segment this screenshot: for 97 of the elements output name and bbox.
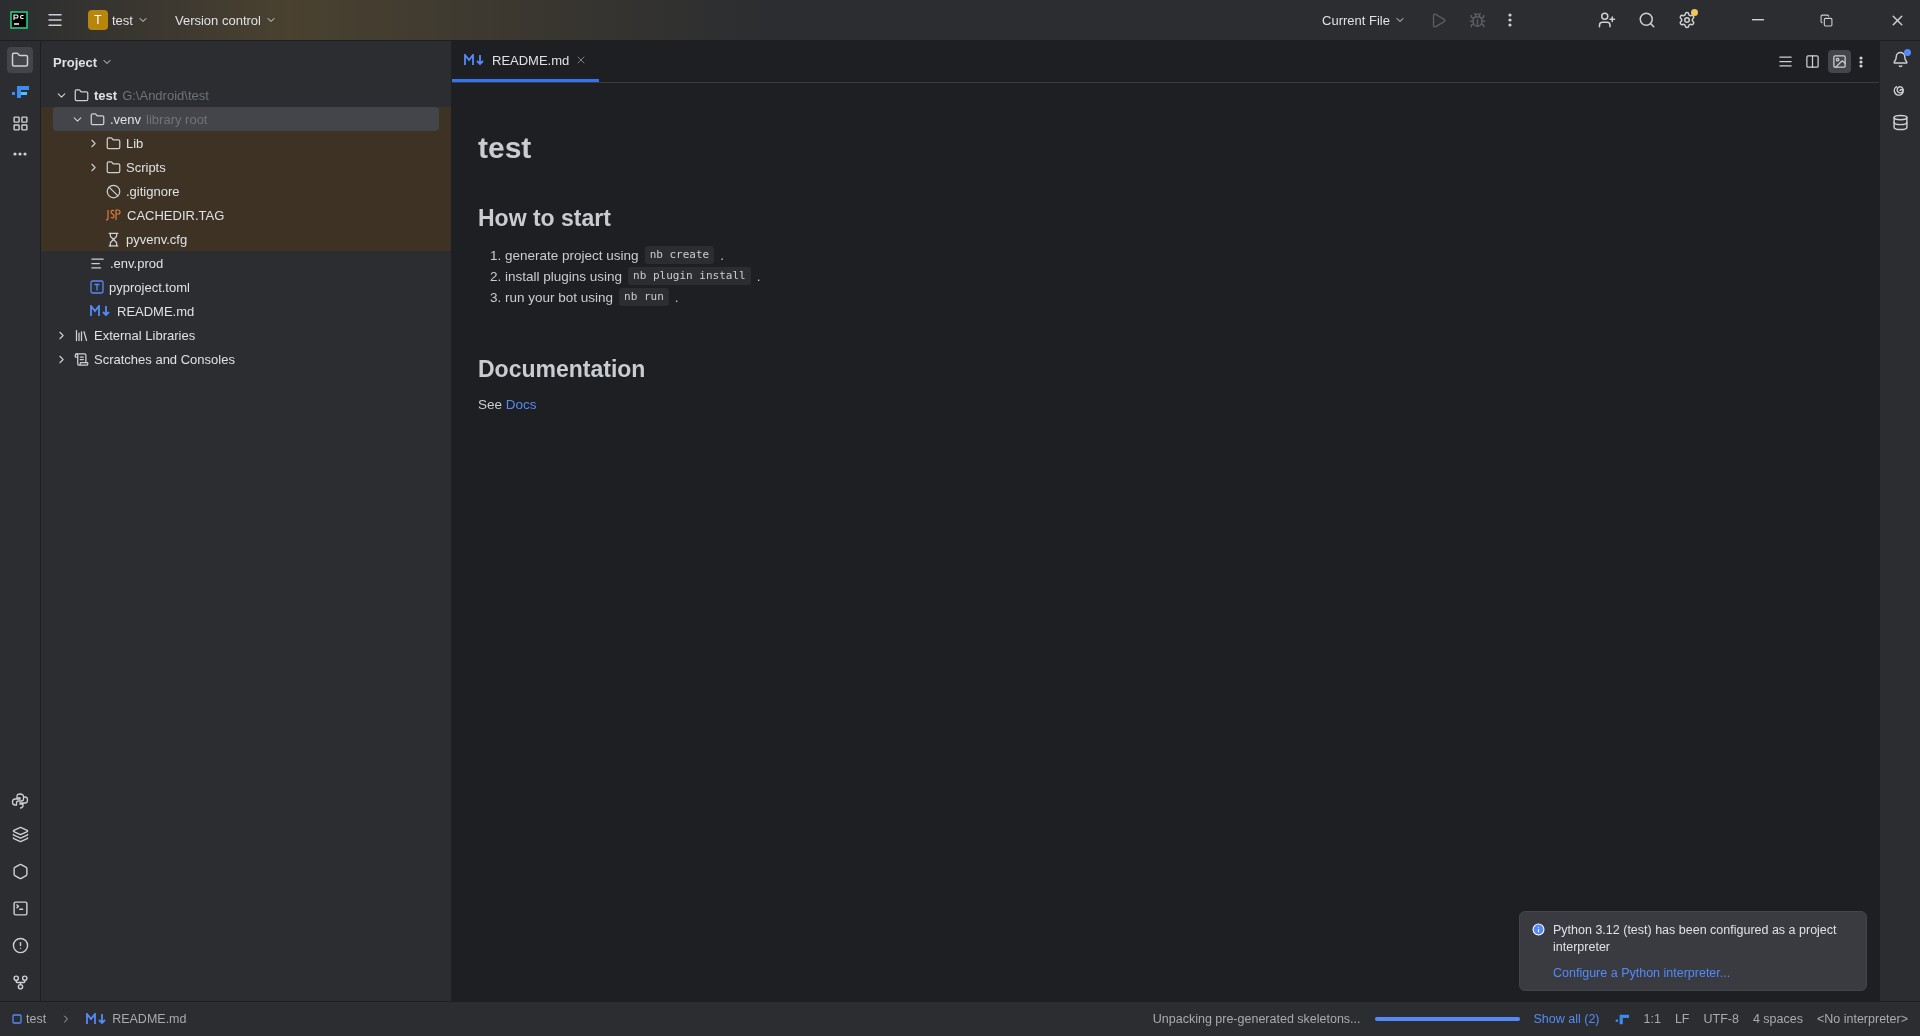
tab-label: README.md [492, 52, 570, 68]
library-icon [74, 327, 89, 343]
plugin-logo-icon[interactable] [10, 85, 30, 99]
tree-row[interactable]: test G:\Android\test [41, 83, 451, 107]
tree-label: External Libraries [94, 327, 196, 343]
list-item: 1. generate project using nb create . [490, 246, 725, 264]
tree-row[interactable]: Scratches and Consoles [41, 347, 451, 371]
document-title: test [478, 131, 533, 165]
info-icon [1532, 922, 1546, 937]
show-all-link[interactable]: Show all (2) [1533, 1012, 1600, 1026]
text-file-icon [90, 255, 105, 271]
more-icon [1859, 55, 1863, 68]
plugin-logo-icon [1613, 1013, 1630, 1025]
lines-icon [1778, 54, 1793, 69]
tree-label: pyproject.toml [109, 279, 190, 295]
image-icon [1832, 54, 1847, 69]
notification-dot [1691, 9, 1698, 16]
tree-row[interactable]: CACHEDIR.TAG [41, 203, 451, 227]
database-icon [1891, 114, 1909, 131]
bell-icon [1891, 51, 1909, 68]
paragraph: See Docs [478, 397, 538, 412]
project-panel-title[interactable]: Project [41, 41, 451, 83]
preview-view-button[interactable] [1828, 50, 1851, 73]
grid-icon [11, 115, 29, 132]
more-icon [13, 152, 27, 156]
alert-icon [11, 937, 29, 954]
run-configuration-menu[interactable]: Current File [1316, 8, 1412, 32]
tree-label: .gitignore [126, 183, 180, 199]
settings-icon [1678, 11, 1696, 29]
jsp-file-icon [106, 209, 122, 221]
list-item: 3. run your bot using nb run . [490, 288, 680, 306]
ignore-icon [106, 183, 121, 199]
list-item: 2. install plugins using nb plugin install . [490, 267, 762, 285]
layers-icon [11, 826, 29, 843]
search-icon [1638, 11, 1656, 29]
section-heading: How to start [478, 205, 612, 232]
menu-icon [46, 11, 64, 29]
tree-row[interactable]: pyvenv.cfg [41, 227, 451, 251]
scratches-icon [74, 351, 89, 367]
breadcrumb-label: README.md [112, 1012, 187, 1026]
restore-icon [1820, 13, 1833, 27]
tree-label: .venv [110, 111, 142, 127]
tree-row[interactable]: README.md [41, 299, 451, 323]
folder-icon [90, 111, 105, 127]
tree-row[interactable]: pyproject.toml [41, 275, 451, 299]
markdown-icon [90, 305, 112, 317]
tree-row[interactable]: .env.prod [41, 251, 451, 275]
terminal-icon [11, 900, 29, 917]
tree-label: test [94, 87, 118, 103]
encoding[interactable]: UTF-8 [1703, 1012, 1739, 1026]
folder-icon [106, 159, 121, 175]
editor-tab[interactable]: README.md [452, 41, 600, 82]
line-separator[interactable]: LF [1674, 1012, 1690, 1026]
toml-file-icon [90, 280, 104, 294]
tree-label: Lib [126, 135, 144, 151]
tree-label: .env.prod [110, 255, 164, 271]
interpreter-selector[interactable]: <No interpreter> [1816, 1012, 1908, 1026]
folder-icon [11, 51, 29, 69]
notification-message: Python 3.12 (test) has been configured as a project interpreter [1553, 922, 1838, 956]
notification-dot [1903, 49, 1911, 56]
folder-icon [74, 87, 89, 103]
tree-label: Scripts [126, 159, 166, 175]
caret-position[interactable]: 1:1 [1643, 1012, 1661, 1026]
tree-row[interactable]: Lib [41, 131, 451, 155]
tree-label: Scratches and Consoles [94, 351, 235, 367]
markdown-icon [86, 1013, 109, 1025]
tree-row[interactable]: .gitignore [41, 179, 451, 203]
project-tool-button[interactable] [7, 47, 33, 73]
branch-icon [11, 974, 29, 991]
folder-icon [106, 135, 121, 151]
breadcrumb[interactable]: test [12, 1012, 47, 1026]
tree-row[interactable]: Scripts [41, 155, 451, 179]
docs-link[interactable]: Docs [505, 397, 537, 412]
markdown-icon [464, 54, 486, 66]
app-logo-icon [10, 11, 28, 29]
tree-label: README.md [117, 303, 195, 319]
hexagon-icon [11, 863, 29, 880]
tree-hint: G:\Android\test [122, 87, 209, 103]
more-icon [1508, 13, 1512, 27]
add-user-icon [1598, 11, 1616, 29]
split-icon [1805, 54, 1820, 69]
tree-label: pyvenv.cfg [126, 231, 188, 247]
project-avatar: T [88, 10, 108, 30]
minimize-icon [1752, 19, 1764, 21]
version-control-menu[interactable]: Version control [168, 8, 283, 32]
play-icon [1430, 11, 1447, 29]
project-menu[interactable]: T test [82, 6, 155, 34]
breadcrumb-label: test [26, 1012, 47, 1026]
module-icon [12, 1014, 22, 1024]
indent-setting[interactable]: 4 spaces [1752, 1012, 1803, 1026]
hourglass-icon [106, 231, 121, 247]
bug-icon [1469, 11, 1486, 29]
section-heading: Documentation [478, 356, 647, 383]
tree-row[interactable]: External Libraries [41, 323, 451, 347]
tree-label: CACHEDIR.TAG [127, 207, 225, 223]
progress-text: Unpacking pre-generated skeletons... [1152, 1012, 1361, 1026]
breadcrumb[interactable]: README.md [86, 1012, 187, 1026]
